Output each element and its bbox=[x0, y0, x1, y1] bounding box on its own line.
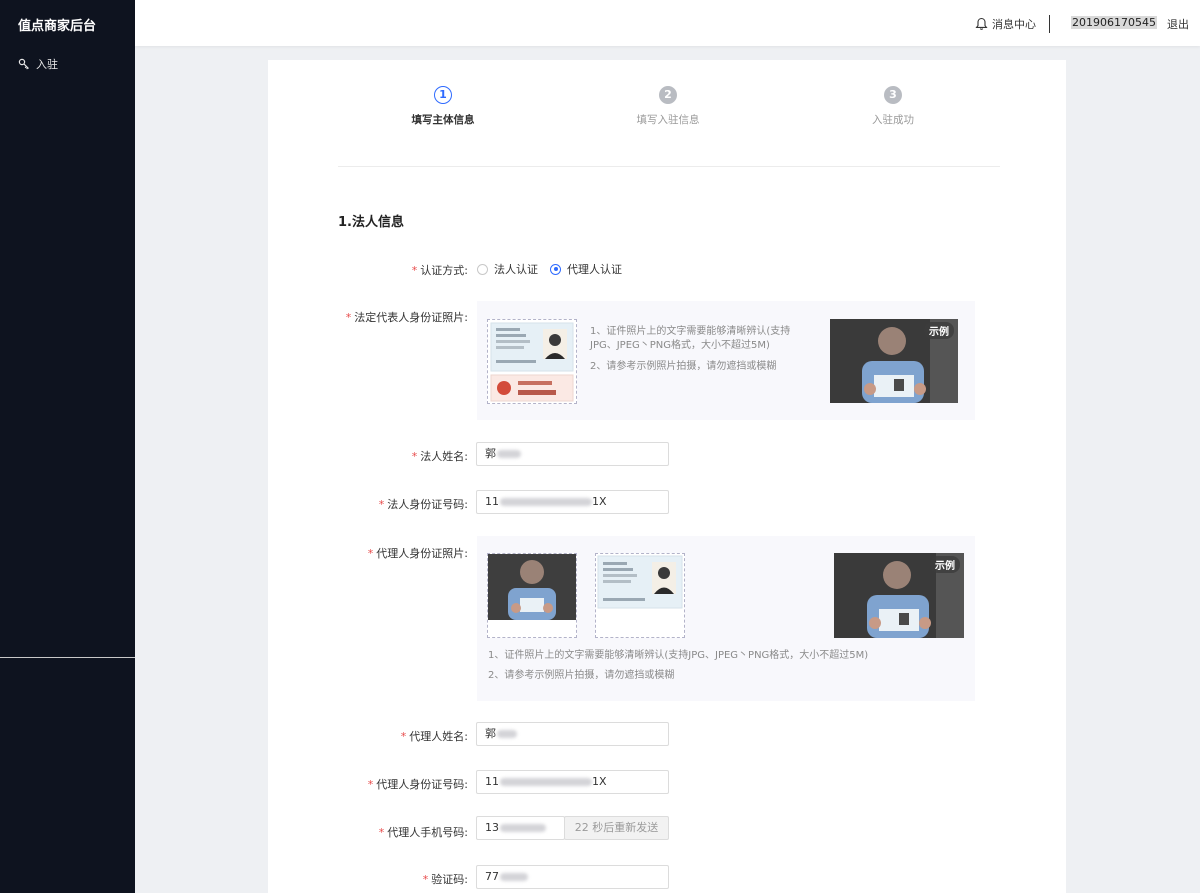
legal-id-example-photo: 示例 bbox=[830, 319, 958, 403]
radio-circle bbox=[550, 263, 561, 275]
sidebar: 值点商家后台 入驻 bbox=[0, 0, 135, 893]
upload-hint-2: 2、请参考示例照片拍摄，请勿遮挡或模糊 bbox=[488, 670, 675, 681]
auth-method-label: * 认证方式: bbox=[411, 264, 468, 277]
legal-id-number-input[interactable]: 11 1X bbox=[476, 490, 669, 514]
radio-circle bbox=[477, 263, 488, 275]
agent-id-number-input[interactable]: 11 1X bbox=[476, 770, 669, 794]
agent-id-photo-panel: 示例 1、证件照片上的文字需要能够清晰辨认(支持JPG、JPEG丶PNG格式，大… bbox=[477, 536, 975, 701]
step-number: 2 bbox=[659, 86, 677, 104]
step-number: 3 bbox=[884, 86, 902, 104]
legal-id-number-label: * 法人身份证号码: bbox=[378, 498, 468, 511]
legal-id-photo-panel: 1、证件照片上的文字需要能够清晰辨认(支持JPG、JPEG丶PNG格式，大小不超… bbox=[477, 301, 975, 420]
step-1: 1 填写主体信息 bbox=[383, 86, 503, 127]
legal-name-input[interactable]: 郭 bbox=[476, 442, 669, 466]
step-3: 3 入驻成功 bbox=[833, 86, 953, 127]
bell-icon bbox=[975, 17, 988, 30]
upload-hint-1: 1、证件照片上的文字需要能够清晰辨认(支持JPG、JPEG丶PNG格式，大小不超… bbox=[590, 326, 791, 351]
sidebar-item-settle[interactable]: 入驻 bbox=[18, 56, 58, 72]
upload-hint-2: 2、请参考示例照片拍摄，请勿遮挡或模糊 bbox=[590, 361, 777, 372]
legal-id-photo-label: * 法定代表人身份证照片: bbox=[345, 311, 468, 324]
radio-label: 法人认证 bbox=[494, 263, 538, 276]
agent-id-upload-slot[interactable] bbox=[595, 553, 685, 638]
agent-id-example-photo: 示例 bbox=[834, 553, 964, 638]
brand-title: 值点商家后台 bbox=[18, 19, 97, 34]
agent-name-label: * 代理人姓名: bbox=[400, 730, 468, 743]
verify-code-label: * 验证码: bbox=[422, 873, 468, 886]
example-badge: 示例 bbox=[930, 556, 960, 573]
step-label: 填写主体信息 bbox=[411, 114, 475, 126]
legal-name-label: * 法人姓名: bbox=[411, 450, 468, 463]
upload-hint-1: 1、证件照片上的文字需要能够清晰辨认(支持JPG、JPEG丶PNG格式，大小不超… bbox=[488, 650, 869, 661]
step-2: 2 填写入驻信息 bbox=[608, 86, 728, 127]
step-label: 填写入驻信息 bbox=[636, 114, 700, 126]
step-number: 1 bbox=[434, 86, 452, 104]
agent-phone-label: * 代理人手机号码: bbox=[378, 826, 468, 839]
sidebar-divider bbox=[0, 657, 135, 658]
top-bar: 消息中心 201906170545 退出 bbox=[135, 0, 1200, 46]
agent-id-number-label: * 代理人身份证号码: bbox=[367, 778, 468, 791]
agent-name-input[interactable]: 郭 bbox=[476, 722, 669, 746]
agent-phone-input[interactable]: 13 bbox=[476, 816, 565, 840]
resend-sms-button[interactable]: 22 秒后重新发送 bbox=[564, 816, 669, 840]
form-card: 1 填写主体信息 2 填写入驻信息 3 入驻成功 1.法人信息 * 认证方式: 法… bbox=[268, 60, 1066, 893]
sidebar-item-label: 入驻 bbox=[36, 58, 58, 71]
verify-code-input[interactable]: 77 bbox=[476, 865, 669, 889]
radio-label: 代理人认证 bbox=[567, 263, 622, 276]
logout-link[interactable]: 退出 bbox=[1167, 16, 1189, 32]
steps-divider bbox=[338, 166, 1000, 167]
topbar-divider bbox=[1049, 15, 1050, 33]
message-center-label: 消息中心 bbox=[992, 18, 1036, 31]
radio-agent-auth[interactable]: 代理人认证 bbox=[550, 261, 622, 277]
section-title: 1.法人信息 bbox=[338, 215, 404, 230]
id-card-front-image bbox=[597, 555, 683, 609]
legal-id-upload-slot[interactable] bbox=[487, 319, 577, 404]
auth-method-radio-group: 法人认证 代理人认证 bbox=[477, 261, 634, 277]
step-label: 入驻成功 bbox=[872, 114, 914, 126]
account-id: 201906170545 bbox=[1071, 16, 1157, 29]
example-badge: 示例 bbox=[924, 322, 954, 339]
id-card-front-image bbox=[490, 322, 574, 402]
agent-id-photo-label: * 代理人身份证照片: bbox=[367, 547, 468, 560]
agent-holding-id-image bbox=[488, 554, 576, 620]
radio-legal-auth[interactable]: 法人认证 bbox=[477, 261, 538, 277]
message-center-link[interactable]: 消息中心 bbox=[975, 16, 1036, 32]
key-icon bbox=[18, 58, 29, 70]
agent-photo-upload-slot[interactable] bbox=[487, 553, 577, 638]
